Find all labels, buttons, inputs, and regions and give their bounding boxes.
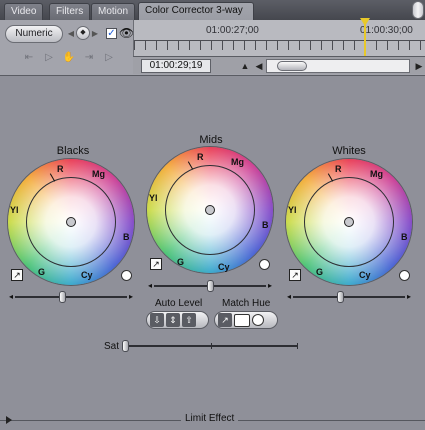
- auto-white-level-icon[interactable]: ⇧: [182, 313, 196, 327]
- slider-right-arrow[interactable]: ▸: [129, 292, 133, 302]
- label-b: B: [401, 232, 408, 242]
- current-timecode-field[interactable]: 01:00:29;19: [141, 59, 211, 73]
- enable-checkbox[interactable]: ✓: [106, 28, 117, 39]
- slider-left-arrow[interactable]: ◂: [148, 281, 152, 291]
- label-mg: Mg: [370, 169, 383, 179]
- whites-eyedropper-icon[interactable]: ↗: [289, 269, 301, 281]
- whites-reset-button[interactable]: [399, 270, 410, 281]
- label-mg: Mg: [231, 157, 244, 167]
- timecode-bar: 01:00:29;19 ▲ ◀ ▶: [133, 56, 425, 74]
- keyframe-navigator: ◀ ◆ ▶: [66, 26, 100, 41]
- auto-level-label: Auto Level: [155, 298, 203, 309]
- whites-balance-slider[interactable]: ◂ ▸: [287, 291, 411, 303]
- tab-color-corrector-label: Color Corrector 3-way: [145, 5, 243, 16]
- slider-thumb[interactable]: [337, 291, 345, 303]
- mids-eyedropper-icon[interactable]: ↗: [150, 258, 162, 270]
- disclosure-triangle-icon[interactable]: [6, 416, 12, 424]
- toolbar: Numeric ◀ ◆ ▶ ✓ 👁 ⇤ ▷ ✋ ⇥ ▷ 01:00:27;00 …: [0, 18, 425, 76]
- next-keyframe-icon[interactable]: ▶: [90, 26, 100, 41]
- window-resize-handle[interactable]: [412, 1, 424, 19]
- scroll-right-icon[interactable]: ▶: [413, 59, 425, 73]
- balance-control[interactable]: [344, 217, 354, 227]
- slider-right-arrow[interactable]: ▸: [407, 292, 411, 302]
- label-cy: Cy: [81, 270, 93, 280]
- playhead-line: [364, 24, 366, 56]
- label-g: G: [177, 257, 185, 267]
- whites-title: Whites: [332, 145, 366, 157]
- timeline-scrollbar[interactable]: [266, 59, 410, 73]
- scroll-left-icon[interactable]: ◀: [253, 59, 265, 73]
- auto-black-level-icon[interactable]: ⇩: [150, 313, 164, 327]
- blacks-color-wheel[interactable]: R Mg B Cy G Yl: [8, 159, 134, 285]
- label-g: G: [38, 267, 46, 277]
- add-keyframe-button[interactable]: ◆: [76, 26, 90, 40]
- slider-right-arrow[interactable]: ▸: [268, 281, 272, 291]
- sat-label: Sat: [104, 341, 120, 352]
- label-b: B: [262, 220, 269, 230]
- balance-control[interactable]: [205, 205, 215, 215]
- timeline-scroll-thumb[interactable]: [277, 61, 307, 71]
- select-tool-icon[interactable]: ▷: [42, 50, 56, 66]
- slider-left-arrow[interactable]: ◂: [9, 292, 13, 302]
- match-color-swatch[interactable]: [234, 313, 250, 327]
- sat-slider-thumb[interactable]: [122, 340, 129, 352]
- label-yl: Yl: [10, 205, 19, 215]
- label-r: R: [335, 164, 342, 174]
- match-hue-buttons: ↗: [214, 311, 278, 329]
- frame-forward-icon[interactable]: ⇥: [82, 50, 96, 66]
- hand-tool-icon[interactable]: ✋: [62, 50, 76, 66]
- slider-thumb[interactable]: [206, 280, 214, 292]
- tab-color-corrector[interactable]: Color Corrector 3-way: [138, 2, 254, 21]
- label-b: B: [123, 232, 130, 242]
- eye-icon[interactable]: 👁: [119, 26, 134, 40]
- match-hue-label: Match Hue: [222, 298, 271, 309]
- numeric-button[interactable]: Numeric: [5, 25, 63, 43]
- blacks-reset-button[interactable]: [121, 270, 132, 281]
- ruler-timecode-mid: 01:00:27;00: [206, 25, 259, 36]
- limit-effect-label[interactable]: Limit Effect: [181, 413, 239, 424]
- ruler-timecode-right: 01:00:30;00: [360, 25, 413, 36]
- previous-keyframe-icon[interactable]: ◀: [66, 26, 76, 41]
- blacks-balance-slider[interactable]: ◂ ▸: [9, 291, 133, 303]
- label-mg: Mg: [92, 169, 105, 179]
- ruler-ticks: [134, 40, 425, 50]
- tab-motion[interactable]: Motion: [91, 3, 136, 20]
- tab-video[interactable]: Video: [4, 3, 44, 20]
- label-cy: Cy: [218, 262, 230, 272]
- label-r: R: [197, 152, 204, 162]
- range-tool-icon[interactable]: ▷: [102, 50, 116, 66]
- sat-slider[interactable]: [122, 340, 300, 352]
- match-hue-reset-button[interactable]: [252, 314, 264, 326]
- slider-thumb[interactable]: [59, 291, 67, 303]
- tab-bar: Video Filters Motion Color Corrector 3-w…: [0, 0, 425, 21]
- mids-color-wheel[interactable]: R Mg B Cy G Yl: [147, 147, 273, 273]
- visual-tools: ⇤ ▷ ✋ ⇥ ▷: [22, 50, 116, 68]
- slider-left-arrow[interactable]: ◂: [287, 292, 291, 302]
- zoom-out-icon[interactable]: ▲: [239, 59, 251, 73]
- slider-track: [293, 296, 405, 298]
- label-g: G: [316, 267, 324, 277]
- tab-filters[interactable]: Filters: [49, 3, 91, 20]
- label-cy: Cy: [359, 270, 371, 280]
- label-yl: Yl: [288, 205, 297, 215]
- blacks-eyedropper-icon[interactable]: ↗: [11, 269, 23, 281]
- blacks-title: Blacks: [56, 145, 90, 157]
- auto-level-buttons: ⇩ ⇕ ⇧: [146, 311, 209, 329]
- match-hue-eyedropper-icon[interactable]: ↗: [218, 313, 232, 327]
- frame-back-icon[interactable]: ⇤: [22, 50, 36, 66]
- mids-balance-slider[interactable]: ◂ ▸: [148, 280, 272, 292]
- balance-control[interactable]: [66, 217, 76, 227]
- label-r: R: [57, 164, 64, 174]
- mids-reset-button[interactable]: [259, 259, 270, 270]
- slider-center-tick: [211, 343, 212, 349]
- slider-end-tick: [297, 343, 298, 349]
- whites-color-wheel[interactable]: R Mg B Cy G Yl: [286, 159, 412, 285]
- auto-contrast-icon[interactable]: ⇕: [166, 313, 180, 327]
- mids-title: Mids: [199, 134, 223, 146]
- timeline-ruler[interactable]: 01:00:27;00 01:00:30;00: [133, 18, 425, 56]
- label-yl: Yl: [149, 193, 158, 203]
- slider-track: [15, 296, 127, 298]
